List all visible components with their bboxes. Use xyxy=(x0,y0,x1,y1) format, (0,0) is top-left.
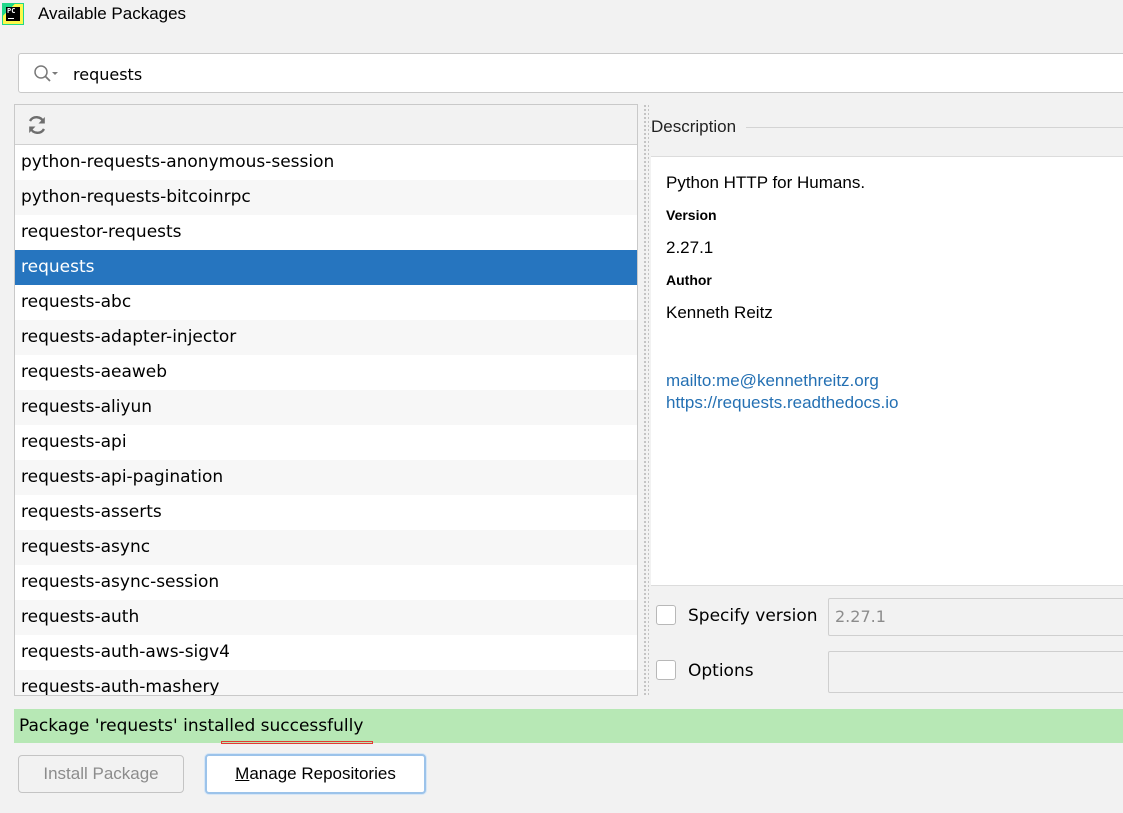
package-list-item[interactable]: requests-api xyxy=(15,425,637,460)
package-list-item[interactable]: python-requests-bitcoinrpc xyxy=(15,180,637,215)
highlight-underline xyxy=(221,741,373,744)
specify-version-label: Specify version xyxy=(688,606,818,626)
search-input[interactable] xyxy=(71,60,1075,88)
refresh-icon[interactable] xyxy=(26,114,48,136)
package-list-item[interactable]: requests-asserts xyxy=(15,495,637,530)
version-label: Version xyxy=(666,207,717,223)
description-header: Description xyxy=(651,117,747,137)
package-list-item[interactable]: requests-async xyxy=(15,530,637,565)
package-summary: Python HTTP for Humans. xyxy=(666,173,866,192)
mnemonic-letter: M xyxy=(235,764,250,783)
list-scrollbar-thumb[interactable] xyxy=(637,477,638,519)
options-checkbox[interactable] xyxy=(656,660,676,680)
package-list-item[interactable]: requests-auth xyxy=(15,600,637,635)
package-list-item[interactable]: requests xyxy=(15,250,637,285)
window-title: Available Packages xyxy=(38,4,187,23)
homepage-link[interactable]: https://requests.readthedocs.io xyxy=(666,393,898,413)
author-email-link[interactable]: mailto:me@kennethreitz.org xyxy=(666,371,879,391)
package-list-item[interactable]: python-requests-anonymous-session xyxy=(15,145,637,180)
author-label: Author xyxy=(666,272,712,288)
manage-repositories-button[interactable]: Manage Repositories xyxy=(205,754,426,794)
package-list-item[interactable]: requests-adapter-injector xyxy=(15,320,637,355)
description-panel: Python HTTP for Humans. Version 2.27.1 A… xyxy=(651,156,1123,586)
install-package-button[interactable]: Install Package xyxy=(18,755,184,793)
specify-version-checkbox[interactable] xyxy=(656,605,676,625)
package-list-item[interactable]: requests-async-session xyxy=(15,565,637,600)
manage-repositories-label: anage Repositories xyxy=(249,764,396,783)
package-list-item[interactable]: requests-auth-aws-sigv4 xyxy=(15,635,637,670)
title-bar: PC Available Packages xyxy=(0,0,1123,30)
package-list-item[interactable]: requestor-requests xyxy=(15,215,637,250)
options-label: Options xyxy=(688,661,754,681)
version-select[interactable]: 2.27.1 xyxy=(828,598,1123,636)
package-list-item[interactable]: requests-aliyun xyxy=(15,390,637,425)
package-list-item[interactable]: requests-abc xyxy=(15,285,637,320)
version-value: 2.27.1 xyxy=(666,238,714,257)
status-message: Package 'requests' installed successfull… xyxy=(14,709,1123,743)
package-list-panel: python-requests-anonymous-session python-… xyxy=(14,104,638,696)
author-value: Kenneth Reitz xyxy=(666,303,773,322)
list-toolbar xyxy=(15,105,637,145)
package-list-item[interactable]: requests-auth-mashery xyxy=(15,670,637,695)
options-input[interactable] xyxy=(828,651,1123,693)
package-list-item[interactable]: requests-aeaweb xyxy=(15,355,637,390)
package-list: python-requests-anonymous-session python-… xyxy=(15,145,637,695)
package-list-item[interactable]: requests-api-pagination xyxy=(15,460,637,495)
pycharm-app-icon: PC xyxy=(2,3,24,25)
search-field[interactable] xyxy=(18,53,1123,93)
search-icon[interactable] xyxy=(33,64,59,84)
panel-splitter[interactable] xyxy=(643,104,649,696)
